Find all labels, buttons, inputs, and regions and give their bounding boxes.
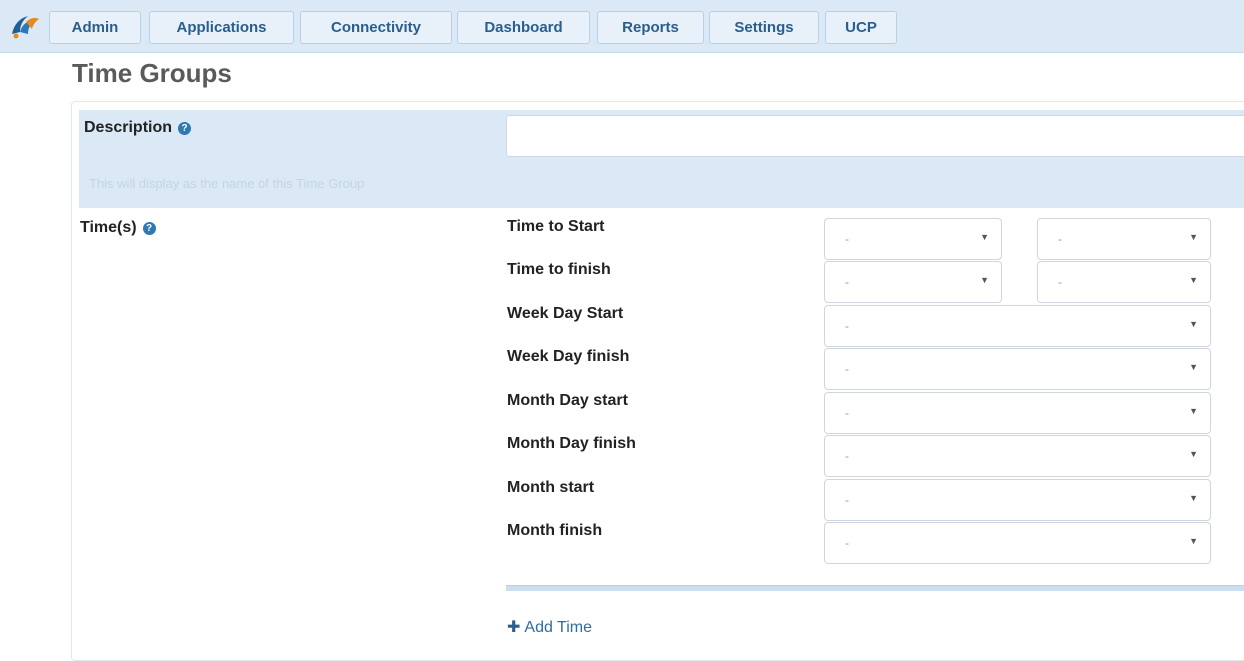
nav-applications[interactable]: Applications (149, 11, 294, 44)
monthday-start-select[interactable]: - ▼ (824, 392, 1211, 434)
description-label: Description? (84, 119, 192, 137)
month-start-select[interactable]: - ▼ (824, 479, 1211, 521)
dropdown-caret-icon: ▼ (1189, 406, 1198, 416)
dropdown-caret-icon: ▼ (1189, 493, 1198, 503)
top-navbar: Admin Applications Connectivity Dashboar… (0, 0, 1244, 53)
nav-admin[interactable]: Admin (49, 11, 141, 44)
nav-settings[interactable]: Settings (709, 11, 819, 44)
weekday-finish-select[interactable]: - ▼ (824, 348, 1211, 390)
section-divider (506, 585, 1244, 591)
weekday-finish-label: Week Day finish (507, 348, 630, 365)
dropdown-caret-icon: ▼ (1189, 362, 1198, 372)
month-finish-select[interactable]: - ▼ (824, 522, 1211, 564)
times-label: Time(s)? (80, 219, 156, 237)
nav-dashboard[interactable]: Dashboard (457, 11, 590, 44)
help-icon[interactable]: ? (178, 122, 192, 135)
weekday-start-select[interactable]: - ▼ (824, 305, 1211, 347)
plus-icon: ✚ (507, 619, 521, 636)
monthday-start-label: Month Day start (507, 392, 628, 409)
time-start-hour-select[interactable]: - ▼ (824, 218, 1002, 260)
dropdown-caret-icon: ▼ (980, 232, 989, 242)
monthday-finish-label: Month Day finish (507, 435, 636, 452)
nav-reports[interactable]: Reports (597, 11, 704, 44)
description-input[interactable] (506, 115, 1244, 157)
dropdown-caret-icon: ▼ (1189, 536, 1198, 546)
description-hint: This will display as the name of this Ti… (89, 176, 365, 191)
monthday-finish-select[interactable]: - ▼ (824, 435, 1211, 477)
dropdown-caret-icon: ▼ (1189, 319, 1198, 329)
time-finish-minute-select[interactable]: - ▼ (1037, 261, 1211, 303)
nav-connectivity[interactable]: Connectivity (300, 11, 452, 44)
month-start-label: Month start (507, 479, 595, 496)
dropdown-caret-icon: ▼ (1189, 232, 1198, 242)
page-title: Time Groups (72, 58, 232, 88)
time-finish-hour-select[interactable]: - ▼ (824, 261, 1002, 303)
dropdown-caret-icon: ▼ (1189, 449, 1198, 459)
nav-ucp[interactable]: UCP (825, 11, 897, 44)
time-finish-label: Time to finish (507, 261, 611, 278)
help-icon[interactable]: ? (142, 222, 156, 235)
freepbx-logo-icon[interactable] (8, 12, 42, 40)
dropdown-caret-icon: ▼ (980, 275, 989, 285)
month-finish-label: Month finish (507, 522, 603, 539)
time-start-label: Time to Start (507, 218, 605, 235)
weekday-start-label: Week Day Start (507, 305, 624, 322)
add-time-link[interactable]: ✚ Add Time (507, 617, 592, 637)
dropdown-caret-icon: ▼ (1189, 275, 1198, 285)
time-start-minute-select[interactable]: - ▼ (1037, 218, 1211, 260)
